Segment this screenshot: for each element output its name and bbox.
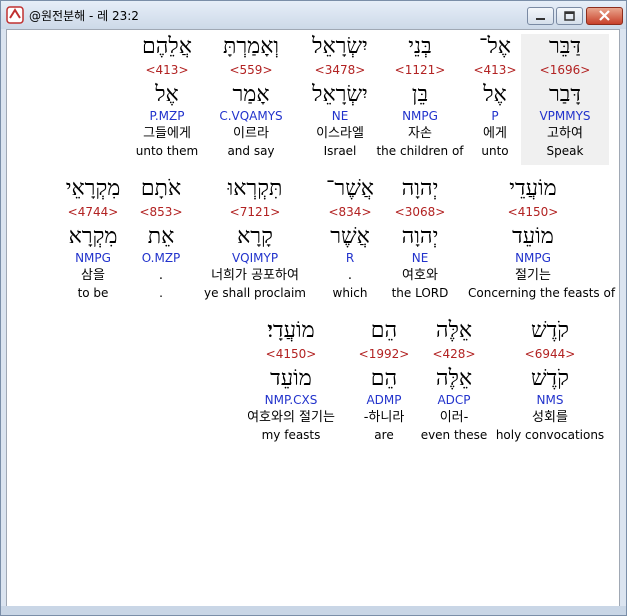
word-morph: P.MZP xyxy=(149,109,185,123)
word-heb: מוֹעֲדָי׃ xyxy=(267,318,315,343)
word-num: <413> xyxy=(145,63,189,77)
word-kor: 삼을 xyxy=(81,268,105,283)
word-morph: NMPG xyxy=(515,251,551,265)
word-lemma: מוֹעֵד xyxy=(512,224,554,249)
word-morph: NMP.CXS xyxy=(264,393,318,407)
app-window: @원전분해 - 레 23:2 דַּבֵּר <1696> דָּבַר VPMMYS… xyxy=(0,0,627,616)
word-cell[interactable]: מוֹעֲדָי׃ <4150> מוֹעֵד NMP.CXS 여호와의 절기는 my f… xyxy=(226,318,356,443)
word-eng: my feasts xyxy=(261,428,321,442)
close-icon xyxy=(599,10,610,21)
word-eng: to be xyxy=(77,286,109,300)
word-kor: 여호와의 절기는 xyxy=(247,410,335,425)
minimize-icon xyxy=(536,18,545,20)
close-button[interactable] xyxy=(586,7,623,25)
word-heb: אֲלֵהֶם xyxy=(142,34,192,59)
word-eng: Concerning the feasts of xyxy=(468,286,616,300)
window-title: @원전분해 - 레 23:2 xyxy=(29,9,139,23)
word-cell[interactable]: מִקְרָאֵי <4744> מִקְרָא NMPG 삼을 to be xyxy=(28,176,158,301)
word-heb: מוֹעֲדֵי xyxy=(509,176,557,201)
word-lemma: מִקְרָא xyxy=(68,224,118,249)
word-kor: 절기는 xyxy=(515,268,551,283)
word-kor: 그들에게 xyxy=(143,126,191,141)
minimize-button[interactable] xyxy=(527,7,554,25)
word-lemma: מוֹעֵד xyxy=(270,366,312,391)
word-num: <4744> xyxy=(67,205,119,219)
app-icon xyxy=(6,6,24,24)
verse-view: דַּבֵּר <1696> דָּבַר VPMMYS 고하여 Speak אֶל־ <41… xyxy=(6,29,620,609)
word-cell[interactable]: מוֹעֲדֵי <4150> מוֹעֵד NMPG 절기는 Concerning th… xyxy=(468,176,616,301)
title-bar[interactable]: @원전분해 - 레 23:2 xyxy=(1,1,626,29)
word-lemma: אֶל xyxy=(155,82,179,107)
maximize-icon xyxy=(564,11,575,21)
window-bottom-border xyxy=(1,606,626,615)
word-morph: NMPG xyxy=(75,251,111,265)
maximize-button[interactable] xyxy=(556,7,583,25)
word-num: <4150> xyxy=(507,205,559,219)
word-eng: unto them xyxy=(135,144,199,158)
word-num: <4150> xyxy=(265,347,317,361)
word-heb: מִקְרָאֵי xyxy=(65,176,121,201)
word-cell[interactable]: אֲלֵהֶם <413> אֶל P.MZP 그들에게 unto them xyxy=(102,34,232,159)
